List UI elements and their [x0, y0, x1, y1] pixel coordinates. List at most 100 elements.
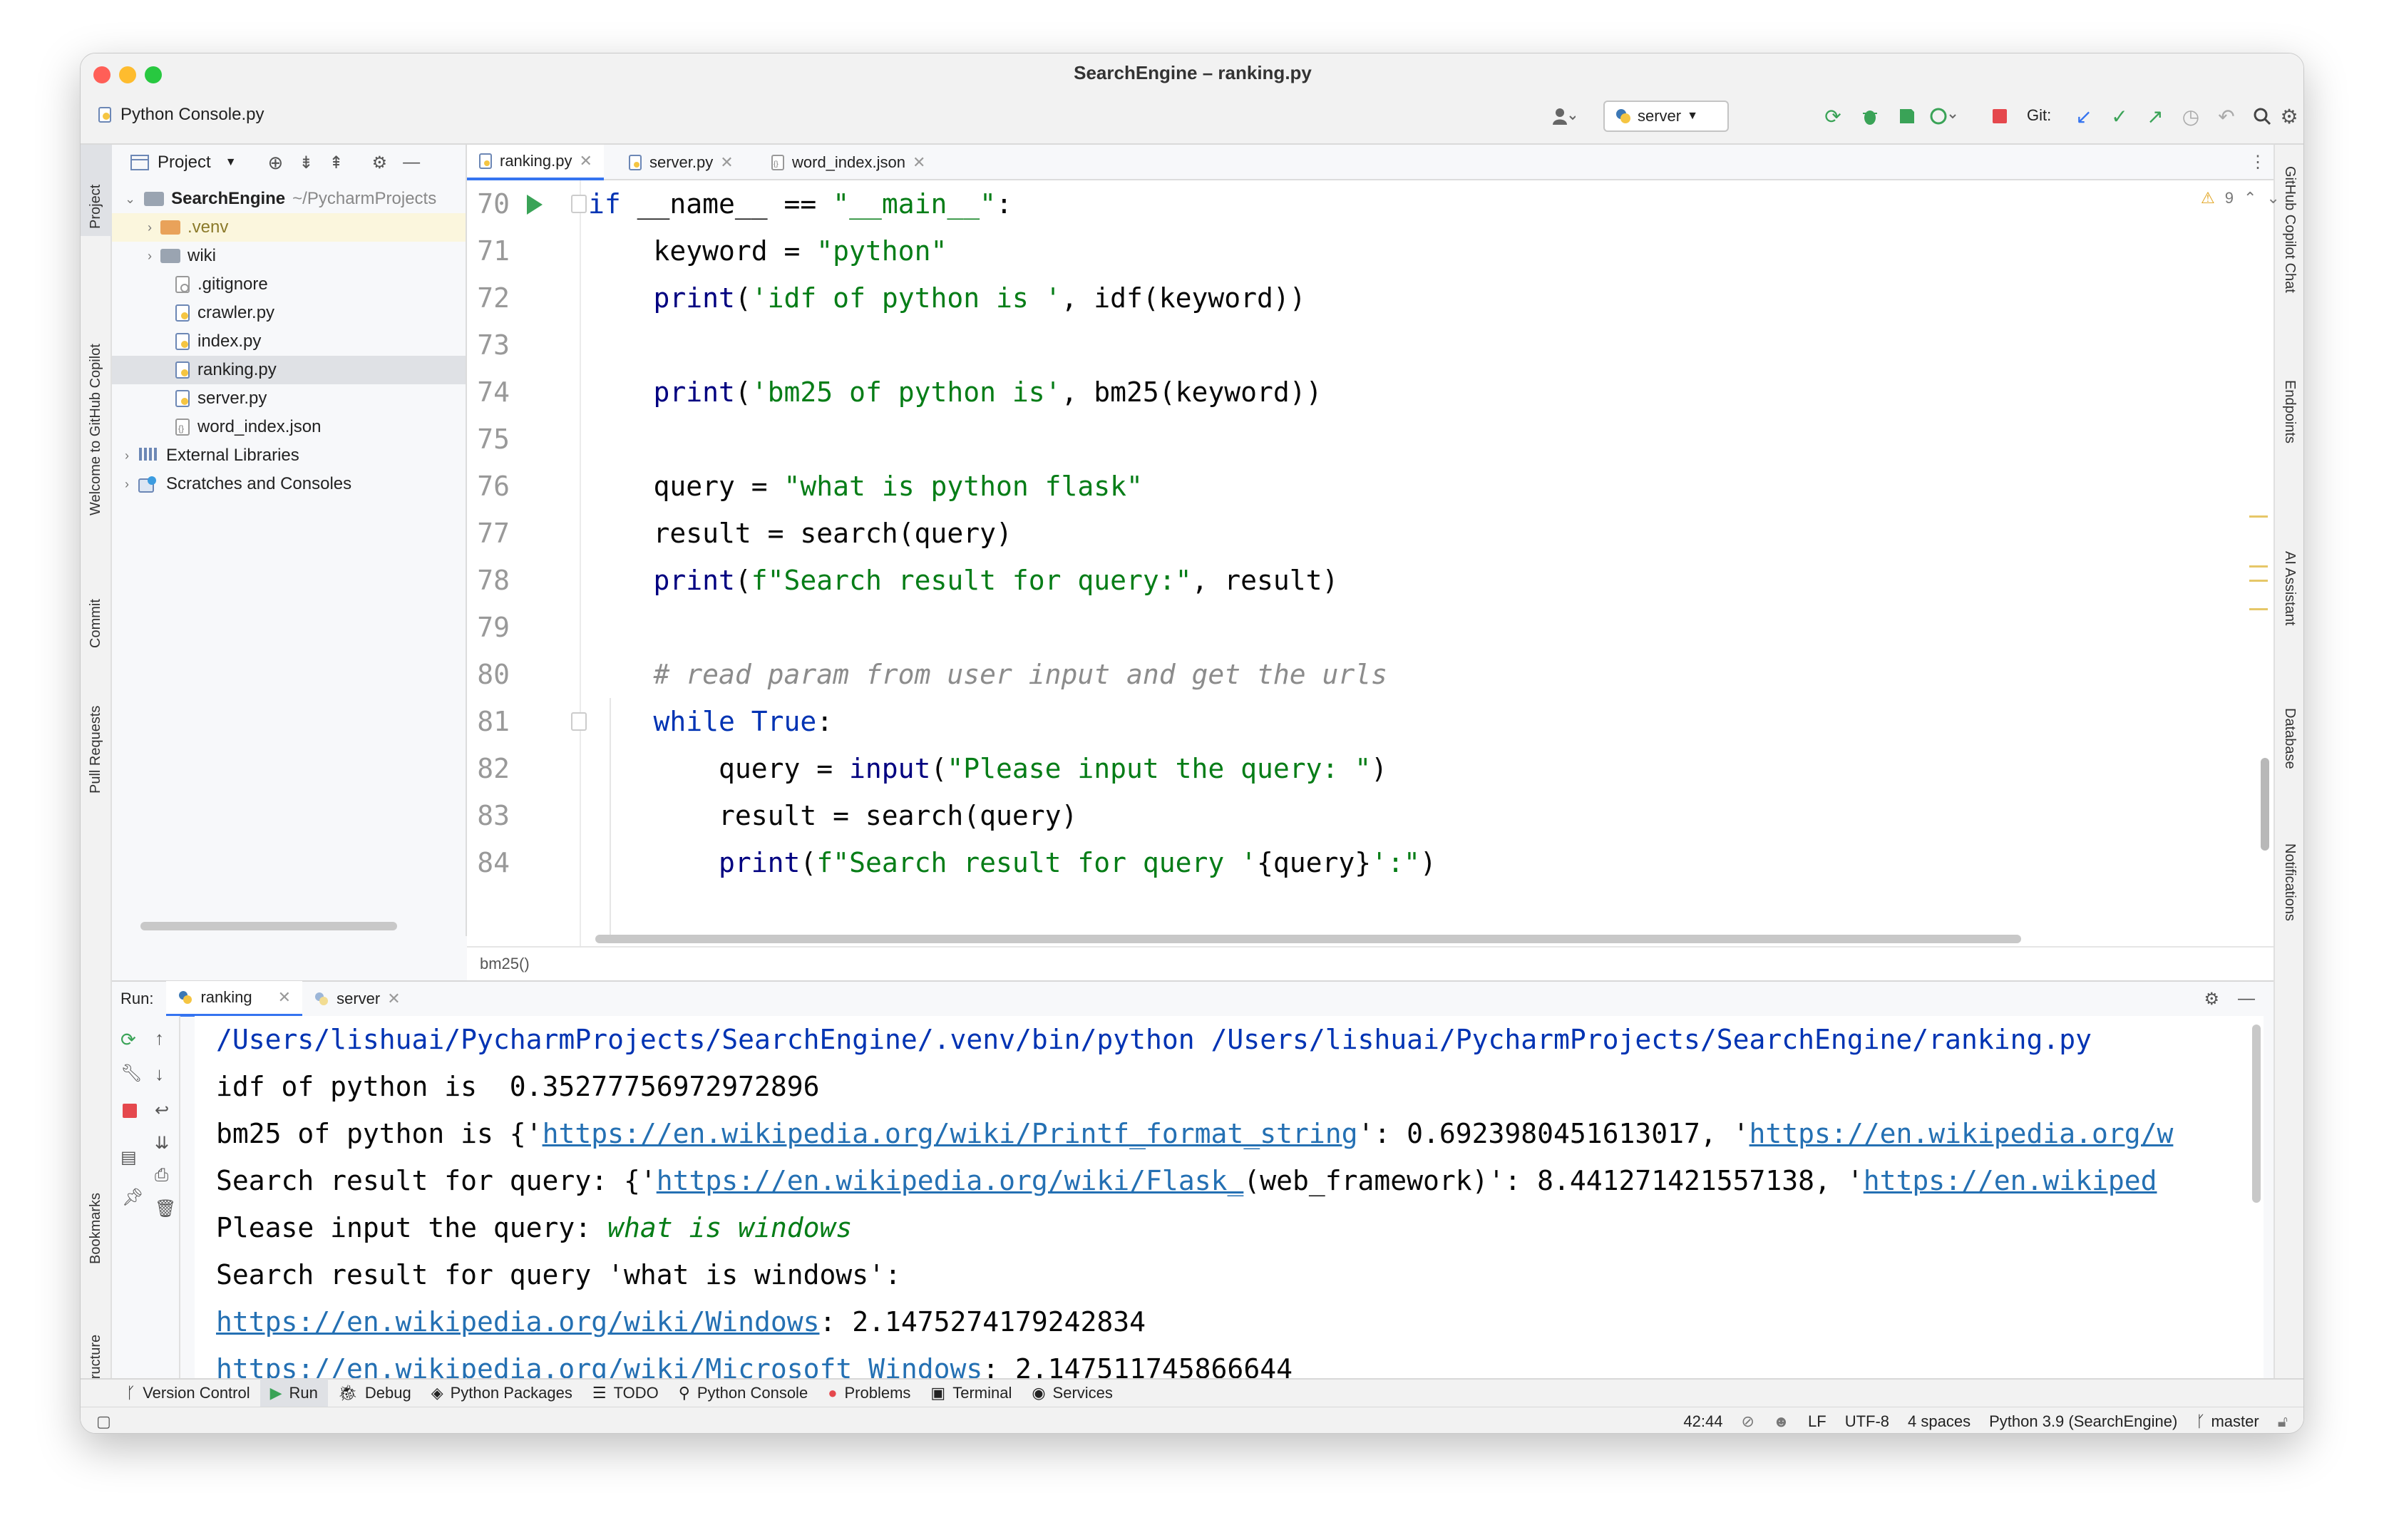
tool-window-bookmarks[interactable]: Bookmarks	[88, 1193, 104, 1264]
tree-item-external-libraries[interactable]: › External Libraries	[112, 441, 466, 470]
close-tab-icon[interactable]: ✕	[913, 153, 925, 172]
tool-window-ai-assistant[interactable]: AI Assistant	[2281, 551, 2298, 626]
wrench-icon[interactable]: 🔧︎	[120, 1063, 142, 1084]
print-icon[interactable]: ⎙	[155, 1166, 168, 1186]
tree-item-venv[interactable]: › .venv	[112, 213, 466, 242]
tool-window-notifications[interactable]: Notifications	[2281, 843, 2298, 921]
run-gutter-icon[interactable]	[524, 193, 544, 220]
interpreter[interactable]: Python 3.9 (SearchEngine)	[1989, 1412, 2177, 1431]
chevron-up-icon[interactable]: ⌃	[2244, 189, 2256, 207]
trash-icon[interactable]: 🗑︎	[155, 1198, 176, 1219]
search-icon[interactable]	[2248, 102, 2276, 130]
console-link[interactable]: https://en.wikipedia.org/wiki/Windows	[216, 1306, 819, 1338]
console-link[interactable]: https://en.wikipedia.org/wiki/Flask_	[657, 1165, 1244, 1196]
tab-server[interactable]: server.py ✕	[617, 145, 745, 180]
tree-item-index[interactable]: index.py	[112, 327, 466, 356]
vertical-scrollbar[interactable]	[2261, 758, 2269, 851]
fold-marker-icon[interactable]	[571, 712, 587, 731]
breadcrumb[interactable]: bm25()	[467, 946, 2273, 980]
tree-item-scratches[interactable]: › Scratches and Consoles	[112, 470, 466, 498]
stop-icon[interactable]	[122, 1103, 138, 1122]
tool-window-project[interactable]: Project	[88, 185, 104, 229]
tool-services[interactable]: ◉ Services	[1022, 1379, 1123, 1407]
tool-window-copilot-chat[interactable]: GitHub Copilot Chat	[2281, 166, 2298, 293]
settings-gear-icon[interactable]: ⚙	[2204, 989, 2219, 1010]
tool-window-pull-requests[interactable]: Pull Requests	[88, 706, 104, 794]
tree-item-crawler[interactable]: crawler.py	[112, 299, 466, 327]
tool-terminal[interactable]: ▣ Terminal	[920, 1379, 1022, 1407]
profile-icon[interactable]	[1930, 102, 1958, 130]
tool-python-console[interactable]: ⚲ Python Console	[669, 1379, 818, 1407]
tool-window-database[interactable]: Database	[2281, 708, 2298, 769]
arrow-up-icon[interactable]: ↑	[155, 1027, 164, 1049]
scroll-to-end-icon[interactable]: ⇊	[155, 1133, 169, 1154]
coverage-icon[interactable]	[1893, 102, 1921, 130]
tool-version-control[interactable]: ᚴ Version Control	[116, 1379, 260, 1407]
lock-icon[interactable]: 🔓︎	[2278, 1412, 2288, 1431]
git-branch[interactable]: ᚴ master	[2196, 1412, 2259, 1431]
tree-item-ranking[interactable]: ranking.py	[112, 356, 466, 384]
horizontal-scrollbar[interactable]	[595, 935, 2021, 943]
chevron-down-icon[interactable]: ▼	[225, 156, 237, 169]
tool-todo[interactable]: ☰ TODO	[582, 1379, 669, 1407]
close-tab-icon[interactable]: ✕	[720, 153, 733, 172]
locate-file-icon[interactable]: ⊕	[268, 152, 284, 174]
layout-icon[interactable]: ▤	[120, 1147, 137, 1168]
tab-ranking[interactable]: ranking.py ✕	[467, 145, 604, 180]
chevron-down-icon[interactable]: ⌄	[2266, 189, 2279, 207]
tree-root[interactable]: ⌄ SearchEngine ~/PycharmProjects	[112, 185, 466, 213]
file-encoding[interactable]: UTF-8	[1845, 1412, 1889, 1431]
indent-setting[interactable]: 4 spaces	[1908, 1412, 1971, 1431]
account-icon[interactable]	[1549, 102, 1578, 130]
caret-position[interactable]: 42:44	[1683, 1412, 1722, 1431]
inspections-off-icon[interactable]: ⊘	[1741, 1412, 1754, 1431]
hide-panel-icon[interactable]: —	[2238, 989, 2255, 1009]
fold-marker-icon[interactable]	[571, 195, 587, 213]
copilot-icon[interactable]: ☻	[1773, 1412, 1789, 1431]
run-console[interactable]: /Users/lishuai/PycharmProjects/SearchEng…	[195, 1016, 2264, 1412]
arrow-down-icon[interactable]: ↓	[155, 1063, 164, 1085]
inspection-widget[interactable]: ⚠ 9 ⌃ ⌄	[2201, 189, 2280, 207]
tool-window-commit[interactable]: Commit	[88, 599, 104, 648]
tool-debug[interactable]: 🐞︎ Debug	[328, 1379, 421, 1407]
code-editor[interactable]: 70 71 72 73 74 75 76 77 78 79 80 81 82 8…	[467, 180, 2280, 946]
git-push-icon[interactable]: ↗	[2141, 102, 2169, 130]
run-tab-ranking[interactable]: ranking ✕	[166, 981, 303, 1017]
tree-item-gitignore[interactable]: .gitignore	[112, 270, 466, 299]
stop-icon[interactable]	[1985, 102, 2014, 130]
tool-window-endpoints[interactable]: Endpoints	[2281, 380, 2298, 443]
line-separator[interactable]: LF	[1808, 1412, 1826, 1431]
tool-problems[interactable]: ● Problems	[818, 1379, 920, 1407]
project-view-select[interactable]: Project	[158, 153, 211, 173]
settings-icon[interactable]: ⚙	[2275, 102, 2303, 130]
git-commit-icon[interactable]: ✓	[2105, 102, 2134, 130]
collapse-all-icon[interactable]: ⇞	[329, 153, 343, 173]
close-tab-icon[interactable]: ✕	[278, 988, 291, 1007]
git-update-icon[interactable]: ↙	[2070, 102, 2098, 130]
rerun-icon[interactable]: ⟳	[1819, 102, 1847, 130]
tool-window-copilot-welcome[interactable]: Welcome to GitHub Copilot	[88, 344, 104, 515]
options-gear-icon[interactable]: ⚙	[372, 153, 388, 173]
more-tabs-icon[interactable]: ⋮	[2249, 152, 2266, 173]
console-link[interactable]: https://en.wikipedia.org/wiki/Printf_for…	[543, 1118, 1358, 1149]
vertical-scrollbar[interactable]	[2252, 1025, 2261, 1203]
soft-wrap-icon[interactable]: ↩	[155, 1100, 169, 1121]
console-link[interactable]: https://en.wikiped	[1864, 1165, 2157, 1196]
layout-toggle-icon[interactable]: ▢	[96, 1412, 111, 1431]
close-tab-icon[interactable]: ✕	[387, 990, 400, 1008]
debug-icon[interactable]	[1856, 102, 1884, 130]
tree-item-server[interactable]: server.py	[112, 384, 466, 413]
hide-panel-icon[interactable]: —	[403, 153, 420, 173]
tool-run[interactable]: ▶ Run	[260, 1379, 328, 1407]
console-link[interactable]: https://en.wikipedia.org/w	[1750, 1118, 2174, 1149]
horizontal-scrollbar[interactable]	[140, 922, 397, 930]
python-console-file[interactable]: Python Console.py	[98, 105, 264, 125]
tree-item-word-index[interactable]: {} word_index.json	[112, 413, 466, 441]
history-icon[interactable]: ◷	[2177, 102, 2205, 130]
run-configuration-select[interactable]: server ▼	[1603, 101, 1729, 132]
run-tab-server[interactable]: server ✕	[302, 981, 412, 1017]
rollback-icon[interactable]: ↶	[2212, 102, 2241, 130]
close-tab-icon[interactable]: ✕	[580, 152, 592, 170]
expand-all-icon[interactable]: ⇟	[299, 153, 313, 173]
tree-item-wiki[interactable]: › wiki	[112, 242, 466, 270]
